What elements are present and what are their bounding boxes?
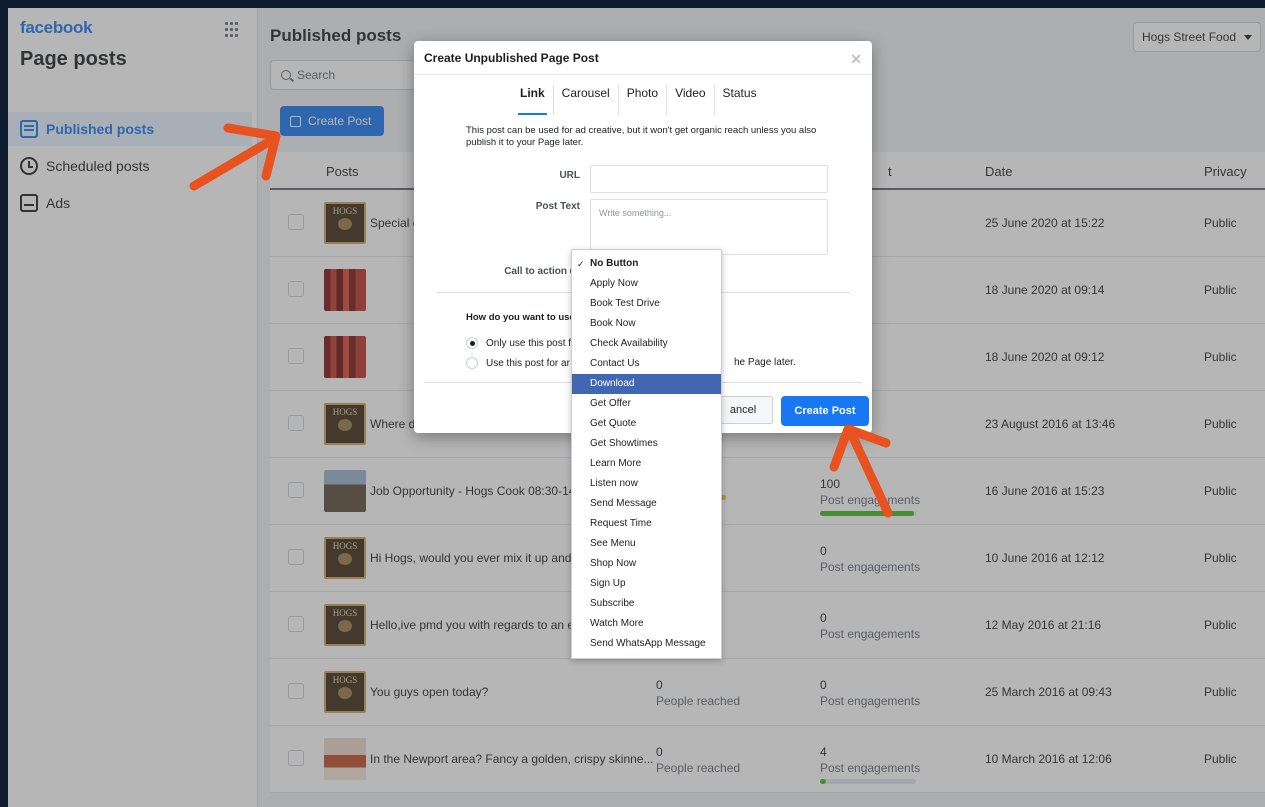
call-to-action-dropdown[interactable]: No ButtonApply NowBook Test DriveBook No… xyxy=(571,249,722,659)
cta-option[interactable]: Get Quote xyxy=(572,414,721,434)
tab-carousel[interactable]: Carousel xyxy=(554,85,619,115)
cta-option[interactable]: Book Now xyxy=(572,314,721,334)
cta-option[interactable]: Book Test Drive xyxy=(572,294,721,314)
cta-option[interactable]: Send Message xyxy=(572,494,721,514)
cta-label: Call to actioni xyxy=(460,266,580,277)
app-frame: facebook Page posts Published posts Sche… xyxy=(8,8,1265,807)
cta-option[interactable]: Get Offer xyxy=(572,394,721,414)
cta-option[interactable]: Apply Now xyxy=(572,274,721,294)
url-field[interactable] xyxy=(590,165,828,193)
dialog-title: Create Unpublished Page Post xyxy=(424,50,599,65)
radio-use-label-tail: he Page later. xyxy=(734,357,796,368)
cta-label-text: Call to action xyxy=(504,266,567,277)
cta-option[interactable]: Check Availability xyxy=(572,334,721,354)
tab-link[interactable]: Link xyxy=(512,85,554,115)
usage-question: How do you want to use xyxy=(466,312,575,323)
dialog-header: Create Unpublished Page Post ✕ xyxy=(414,41,872,75)
tab-video[interactable]: Video xyxy=(667,85,715,115)
cta-option[interactable]: Watch More xyxy=(572,614,721,634)
cta-option[interactable]: Sign Up xyxy=(572,574,721,594)
tab-photo[interactable]: Photo xyxy=(619,85,668,115)
cta-option[interactable]: See Menu xyxy=(572,534,721,554)
post-text-placeholder: Write something... xyxy=(599,208,672,218)
post-type-tabs: Link Carousel Photo Video Status xyxy=(512,85,765,115)
close-icon[interactable]: ✕ xyxy=(850,51,862,68)
radio-only-use[interactable]: Only use this post f xyxy=(466,337,571,349)
radio-only-use-label: Only use this post f xyxy=(486,337,572,349)
cta-option[interactable]: Contact Us xyxy=(572,354,721,374)
radio-button[interactable] xyxy=(466,337,478,349)
radio-use-for-ads[interactable]: Use this post for ar xyxy=(466,357,570,369)
cta-option[interactable]: Download xyxy=(572,374,721,394)
tab-status[interactable]: Status xyxy=(715,85,765,115)
cta-option[interactable]: Get Showtimes xyxy=(572,434,721,454)
post-text-field[interactable]: Write something... xyxy=(590,199,828,255)
cta-option[interactable]: Listen now xyxy=(572,474,721,494)
cta-option[interactable]: Subscribe xyxy=(572,594,721,614)
annotation-arrow-icon xyxy=(189,123,281,191)
cta-option[interactable]: Send WhatsApp Message xyxy=(572,634,721,654)
cta-option[interactable]: Learn More xyxy=(572,454,721,474)
radio-use-label: Use this post for ar xyxy=(486,357,570,369)
annotation-arrow-icon xyxy=(829,424,893,518)
unpublished-notice: This post can be used for ad creative, b… xyxy=(466,125,817,148)
cta-option[interactable]: No Button xyxy=(572,254,721,274)
cta-option[interactable]: Shop Now xyxy=(572,554,721,574)
post-text-label: Post Text xyxy=(535,201,580,212)
url-label: URL xyxy=(559,170,580,181)
radio-button[interactable] xyxy=(466,357,478,369)
cancel-button[interactable]: ancel xyxy=(713,396,773,424)
cta-option[interactable]: Request Time xyxy=(572,514,721,534)
